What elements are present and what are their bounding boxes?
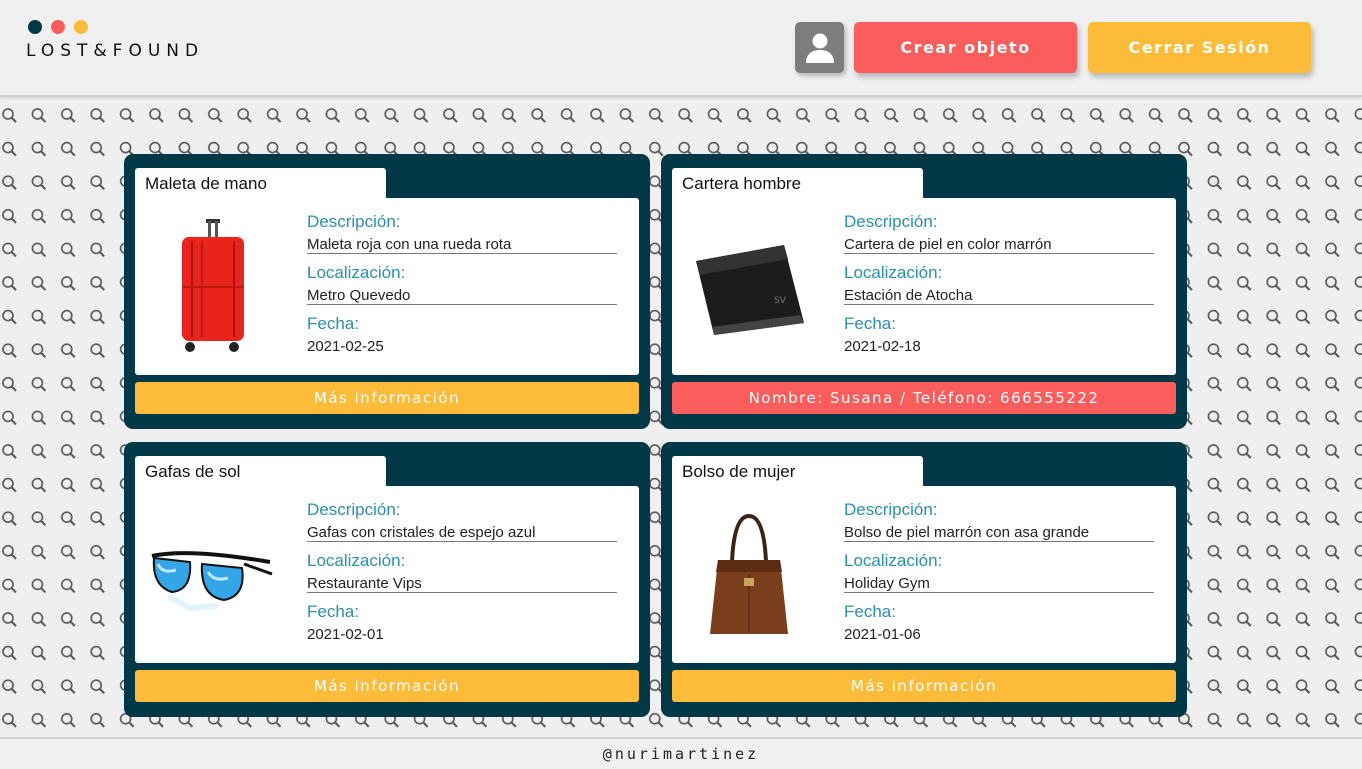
wallet-icon: SV [684, 208, 814, 363]
card-title: Cartera hombre [672, 168, 923, 198]
svg-text:SV: SV [774, 296, 787, 306]
page-footer: @nurimartinez [0, 737, 1362, 769]
item-card: Gafas de sol Descripción: Gafas con cris… [124, 442, 650, 717]
date-label: Fecha: [307, 314, 359, 333]
description-label: Descripción: [307, 500, 401, 519]
location-value: Metro Quevedo [307, 284, 617, 305]
card-fields: Descripción: Gafas con cristales de espe… [307, 500, 617, 653]
date-value: 2021-02-25 [307, 338, 384, 355]
header: LOST&FOUND Crear objeto Cerrar Sesión [0, 0, 1362, 97]
location-value: Restaurante Vips [307, 572, 617, 593]
item-card: Bolso de mujer Descripción: Bolso de pie… [661, 442, 1187, 717]
card-body: Descripción: Maleta roja con una rueda r… [135, 198, 639, 375]
logo-text: LOST&FOUND [26, 41, 205, 61]
author-credit[interactable]: @nurimartinez [603, 745, 759, 763]
logo-dots [28, 20, 204, 34]
card-fields: Descripción: Maleta roja con una rueda r… [307, 212, 617, 365]
more-info-button[interactable]: Más información [135, 382, 639, 414]
location-label: Localización: [307, 263, 406, 282]
location-value: Holiday Gym [844, 572, 1154, 593]
location-label: Localización: [307, 551, 406, 570]
card-title: Bolso de mujer [672, 456, 923, 486]
date-label: Fecha: [844, 602, 896, 621]
logo[interactable]: LOST&FOUND [26, 20, 204, 61]
description-label: Descripción: [307, 212, 401, 231]
handbag-icon [684, 496, 814, 651]
location-label: Localización: [844, 263, 943, 282]
logo-dot-dark [28, 20, 42, 34]
description-value: Cartera de piel en color marrón [844, 233, 1154, 254]
more-info-button[interactable]: Más información [135, 670, 639, 702]
date-value: 2021-02-18 [844, 338, 921, 355]
card-body: SV Descripción: Cartera de piel en color… [672, 198, 1176, 375]
description-value: Maleta roja con una rueda rota [307, 233, 617, 254]
item-card: Cartera hombre SV Descripción: Cartera d… [661, 154, 1187, 429]
user-profile-button[interactable] [795, 22, 844, 73]
location-label: Localización: [844, 551, 943, 570]
description-label: Descripción: [844, 500, 938, 519]
user-icon [805, 33, 834, 63]
logo-dot-red [51, 20, 65, 34]
date-value: 2021-01-06 [844, 626, 921, 643]
description-label: Descripción: [844, 212, 938, 231]
date-label: Fecha: [307, 602, 359, 621]
item-card: Maleta de mano Descripción: Maleta roja … [124, 154, 650, 429]
suitcase-icon [147, 208, 277, 363]
logout-button[interactable]: Cerrar Sesión [1088, 22, 1311, 73]
card-body: Descripción: Bolso de piel marrón con as… [672, 486, 1176, 663]
sunglasses-icon [147, 496, 277, 651]
more-info-button[interactable]: Más información [672, 670, 1176, 702]
logo-dot-yellow [74, 20, 88, 34]
description-value: Gafas con cristales de espejo azul [307, 521, 617, 542]
create-object-button[interactable]: Crear objeto [854, 22, 1077, 73]
date-label: Fecha: [844, 314, 896, 333]
date-value: 2021-02-01 [307, 626, 384, 643]
location-value: Estación de Atocha [844, 284, 1154, 305]
card-title: Gafas de sol [135, 456, 386, 486]
card-body: Descripción: Gafas con cristales de espe… [135, 486, 639, 663]
contact-info-bar[interactable]: Nombre: Susana / Teléfono: 666555222 [672, 382, 1176, 414]
card-fields: Descripción: Bolso de piel marrón con as… [844, 500, 1154, 653]
description-value: Bolso de piel marrón con asa grande [844, 521, 1154, 542]
card-fields: Descripción: Cartera de piel en color ma… [844, 212, 1154, 365]
card-title: Maleta de mano [135, 168, 386, 198]
